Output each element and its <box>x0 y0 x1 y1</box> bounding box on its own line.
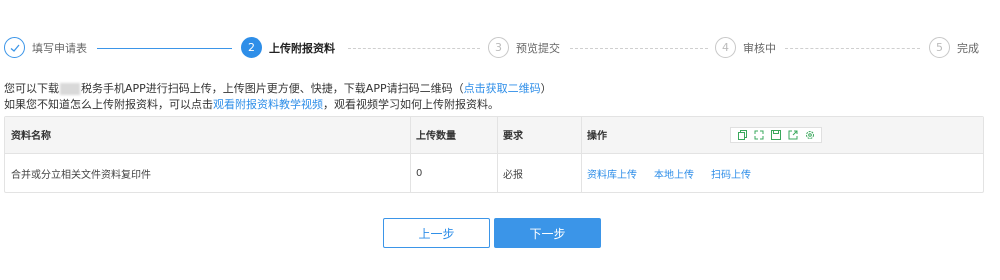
step-connector <box>570 48 708 49</box>
step-fill-form: 填写申请表 <box>4 37 87 58</box>
table-toolbar <box>730 127 822 143</box>
next-step-button[interactable]: 下一步 <box>494 218 601 248</box>
step-label: 审核中 <box>743 41 776 55</box>
row-count: 0 <box>416 167 423 179</box>
hint-line-video: 如果您不知道怎么上传附报资料，可以点击观看附报资料教学视频，观看视频学习如何上传… <box>4 96 499 112</box>
step-label: 完成 <box>957 41 979 55</box>
step-connector <box>97 48 232 49</box>
step-label: 填写申请表 <box>32 41 87 55</box>
library-upload-link[interactable]: 资料库上传 <box>587 166 637 181</box>
hint-text: ，观看视频学习如何上传附报资料。 <box>323 98 499 111</box>
step-preview: 3 预览提交 <box>488 37 560 58</box>
column-divider <box>410 117 411 153</box>
row-operations: 资料库上传 本地上传 扫码上传 <box>581 154 981 192</box>
attachments-table: 资料名称 上传数量 要求 操作 合并或分立相关文件资料复印件 0 必报 资料库上… <box>4 116 984 193</box>
step-number: 2 <box>241 37 262 58</box>
table-row: 合并或分立相关文件资料复印件 0 必报 资料库上传 本地上传 扫码上传 <box>5 154 983 192</box>
step-label: 上传附报资料 <box>269 41 335 55</box>
step-complete: 5 完成 <box>929 37 979 58</box>
hint-text: 您可以下载 <box>4 82 59 95</box>
row-requirement: 必报 <box>503 169 523 181</box>
step-upload: 2 上传附报资料 <box>241 37 335 58</box>
column-divider <box>581 154 582 192</box>
header-requirement: 要求 <box>503 131 523 142</box>
hint-text: 如果您不知道怎么上传附报资料，可以点击 <box>4 98 213 111</box>
settings-icon[interactable] <box>804 129 816 141</box>
header-count: 上传数量 <box>416 131 456 142</box>
step-review: 4 审核中 <box>715 37 776 58</box>
header-name: 资料名称 <box>11 131 51 142</box>
step-number: 5 <box>929 37 950 58</box>
tutorial-video-link[interactable]: 观看附报资料教学视频 <box>213 98 323 111</box>
previous-step-button[interactable]: 上一步 <box>383 218 490 248</box>
step-number: 3 <box>488 37 509 58</box>
hint-text: 税务手机APP进行扫码上传，上传图片更方便、快捷，下载APP请扫码二维码（ <box>81 82 464 95</box>
get-qrcode-link[interactable]: 点击获取二维码 <box>464 82 541 95</box>
progress-stepper: 填写申请表 2 上传附报资料 3 预览提交 4 审核中 5 完成 <box>0 34 1000 62</box>
redacted-block <box>60 83 80 95</box>
local-upload-link[interactable]: 本地上传 <box>654 166 694 181</box>
save-icon[interactable] <box>770 129 782 141</box>
table-header: 资料名称 上传数量 要求 操作 <box>5 117 983 154</box>
check-icon <box>4 37 25 58</box>
column-divider <box>497 154 498 192</box>
header-operation: 操作 <box>587 131 607 142</box>
column-divider <box>410 154 411 192</box>
row-name: 合并或分立相关文件资料复印件 <box>11 169 151 181</box>
step-label: 预览提交 <box>516 41 560 55</box>
step-connector <box>785 48 920 49</box>
step-number: 4 <box>715 37 736 58</box>
step-connector <box>348 48 480 49</box>
scan-upload-link[interactable]: 扫码上传 <box>711 166 751 181</box>
column-divider <box>497 117 498 153</box>
expand-icon[interactable] <box>753 129 765 141</box>
copy-icon[interactable] <box>736 129 748 141</box>
export-icon[interactable] <box>787 129 799 141</box>
hint-line-app: 您可以下载 税务手机APP进行扫码上传，上传图片更方便、快捷，下载APP请扫码二维… <box>4 80 552 96</box>
hint-text: ） <box>540 82 552 95</box>
column-divider <box>581 117 582 153</box>
